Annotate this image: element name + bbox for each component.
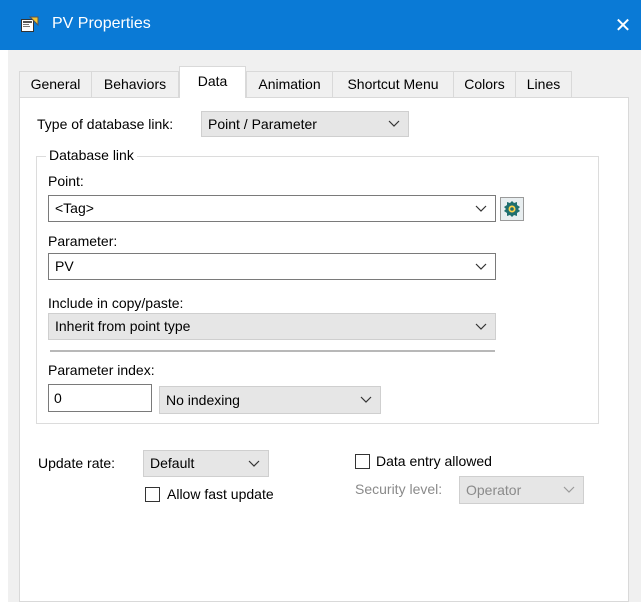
allow-fast-update-label: Allow fast update [167,486,274,502]
tab-animation[interactable]: Animation [246,71,333,97]
data-entry-allowed-label: Data entry allowed [376,453,492,469]
chevron-down-icon [475,263,487,270]
window-title: PV Properties [52,15,151,32]
database-link-caption: Database link [46,147,137,163]
tab-general[interactable]: General [19,71,92,97]
update-rate-label: Update rate: [38,455,116,471]
param-index-label: Parameter index: [48,362,155,378]
close-button[interactable]: ✕ [605,0,641,50]
chevron-down-icon [563,486,575,493]
tab-data[interactable]: Data [179,66,246,98]
link-type-label: Type of database link: [37,116,174,132]
point-browse-button[interactable] [500,197,524,221]
indexing-select[interactable]: No indexing [159,386,381,414]
point-browser-icon [504,201,520,217]
title-bar: PV Properties ✕ [0,0,641,50]
close-icon: ✕ [614,14,632,37]
chevron-down-icon [475,323,487,330]
data-entry-allowed-checkbox[interactable] [355,454,370,469]
tab-lines[interactable]: Lines [515,71,572,97]
chevron-down-icon [248,460,260,467]
security-level-label: Security level: [355,481,443,497]
tab-shortcut-menu[interactable]: Shortcut Menu [332,71,454,97]
copy-paste-select[interactable]: Inherit from point type [48,313,496,340]
security-level-select: Operator [459,476,584,504]
param-index-input[interactable]: 0 [48,384,152,412]
copy-paste-label: Include in copy/paste: [48,295,184,311]
chevron-down-icon [360,396,372,403]
allow-fast-update-checkbox[interactable] [145,487,160,502]
properties-icon [21,16,39,32]
point-select[interactable]: <Tag> [48,195,496,222]
parameter-label: Parameter: [48,233,118,249]
parameter-select[interactable]: PV [48,253,496,280]
separator [50,350,495,352]
update-rate-select[interactable]: Default [143,450,269,477]
chevron-down-icon [388,120,400,127]
tab-behaviors[interactable]: Behaviors [91,71,179,97]
point-label: Point: [48,173,84,189]
tab-colors[interactable]: Colors [453,71,516,97]
chevron-down-icon [475,205,487,212]
link-type-select[interactable]: Point / Parameter [201,111,409,137]
